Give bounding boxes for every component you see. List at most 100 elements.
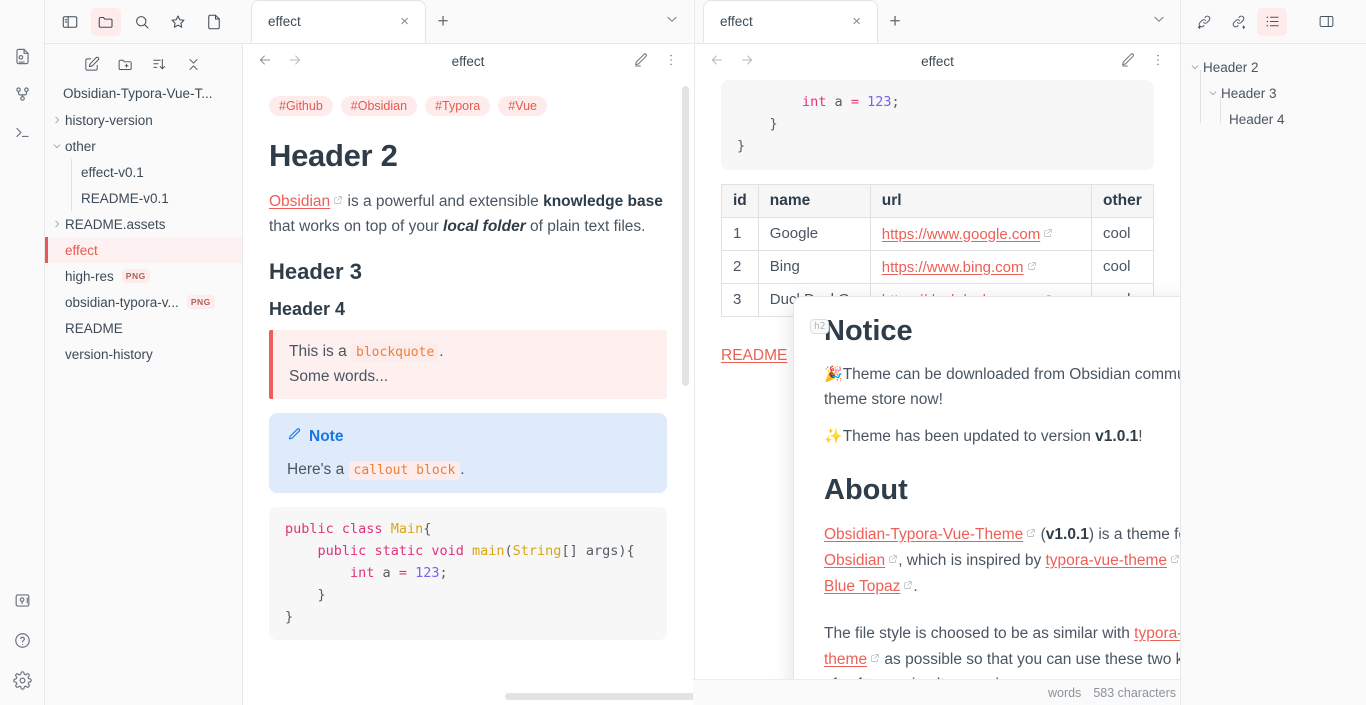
new-tab-button-left[interactable]: + [426, 1, 460, 43]
outline-item-header-2[interactable]: Header 2 [1181, 54, 1366, 80]
backlinks-button[interactable] [1189, 8, 1219, 36]
search-button[interactable] [127, 8, 157, 36]
tab-list-chevron-down-icon[interactable] [1152, 12, 1166, 31]
tag-typora[interactable]: #Typora [425, 96, 491, 116]
file-tree-item-label: high-res [65, 268, 114, 284]
hover-preview-popup[interactable]: h2 Notice 🎉Theme can be downloaded from … [793, 296, 1245, 694]
graph-view-icon[interactable] [11, 83, 33, 105]
chevron-down-icon[interactable] [1187, 62, 1203, 72]
file-tree-item-label: obsidian-typora-v... [65, 294, 179, 310]
chevron-down-icon[interactable] [49, 141, 65, 151]
files-button[interactable] [91, 7, 121, 36]
outline-item-header-4[interactable]: Header 4 [1181, 106, 1366, 132]
file-tree-item-readme-assets[interactable]: README.assets [45, 211, 242, 237]
callout-body: Here's a callout block. [287, 461, 649, 481]
file-tree-item-readme-v0-1[interactable]: README-v0.1 [45, 185, 242, 211]
readme-link[interactable]: README [721, 347, 787, 364]
popup-notice-item-1: 🎉Theme can be downloaded from Obsidian c… [824, 362, 1214, 412]
file-tree-item-effect[interactable]: effect [45, 237, 242, 263]
more-options-icon[interactable] [663, 52, 679, 71]
cell-name: Bing [757, 249, 871, 284]
close-icon[interactable]: × [396, 12, 413, 31]
new-note-tool[interactable] [83, 56, 103, 76]
file-tree-item-high-res[interactable]: high-res PNG [45, 263, 242, 289]
file-tree-item-other[interactable]: other [45, 133, 242, 159]
forward-icon[interactable] [287, 52, 303, 71]
external-link-icon [333, 188, 343, 204]
file-explorer: Obsidian-Typora-Vue-T... history-version… [45, 44, 243, 705]
intro-text-1: is a powerful and extensible [343, 193, 544, 210]
left-note-content[interactable]: #Github #Obsidian #Typora #Vue Header 2 … [243, 78, 693, 705]
left-editor-pane: effect × + effect #Github #Obsidian #Typ… [243, 0, 920, 705]
left-nav-buttons [257, 52, 303, 71]
popup-notice-text-2-post: ! [1138, 428, 1143, 446]
file-tree-item-label: version-history [65, 346, 153, 362]
forward-icon[interactable] [739, 52, 755, 71]
new-folder-tool[interactable] [117, 56, 137, 76]
edit-pencil-icon[interactable] [1120, 52, 1136, 71]
obsidian-link[interactable]: Obsidian [269, 193, 330, 210]
vault-icon[interactable] [11, 589, 33, 611]
tag-list: #Github #Obsidian #Typora #Vue [269, 78, 667, 122]
typora-vue-theme-link[interactable]: typora-vue-theme [1046, 552, 1167, 569]
obsidian-link[interactable]: Obsidian [824, 552, 885, 569]
right-sidebar-outline: Header 2 Header 3 Header 4 [1180, 0, 1366, 705]
tab-effect-right[interactable]: effect × [703, 0, 878, 43]
external-link-icon [1043, 225, 1053, 237]
outgoing-links-button[interactable] [1223, 8, 1253, 36]
tab-label: effect [720, 14, 753, 29]
back-icon[interactable] [709, 52, 725, 71]
about-text-3: , which is inspired by [898, 551, 1046, 569]
blue-topaz-link[interactable]: Blue Topaz [824, 578, 900, 595]
tag-obsidian[interactable]: #Obsidian [340, 96, 418, 116]
popup-notice-text-1: Theme can be downloaded from Obsidian co… [824, 366, 1210, 409]
back-icon[interactable] [257, 52, 273, 71]
intro-paragraph: Obsidian is a powerful and extensible kn… [269, 188, 667, 239]
about-text-1: ( [1036, 525, 1046, 543]
tab-effect-left[interactable]: effect × [251, 0, 426, 43]
file-pane-toolbar [45, 0, 243, 44]
left-pane-vertical-scrollbar[interactable] [682, 86, 689, 386]
tag-github[interactable]: #Github [269, 96, 333, 116]
file-explorer-tools [45, 44, 242, 84]
outline-item-label: Header 2 [1203, 59, 1259, 75]
file-tree-item-effect-v0-1[interactable]: effect-v0.1 [45, 159, 242, 185]
sort-tool[interactable] [151, 56, 171, 76]
collapse-all-tool[interactable] [185, 56, 205, 76]
toggle-right-sidebar-button[interactable] [1311, 8, 1341, 36]
help-icon[interactable] [11, 629, 33, 651]
more-options-icon[interactable] [1150, 52, 1166, 71]
bookmarks-button[interactable] [163, 8, 193, 36]
outline-button[interactable] [1257, 7, 1287, 36]
tag-vue[interactable]: #Vue [498, 96, 547, 116]
blockquote: This is a blockquote. Some words... [269, 330, 667, 400]
edit-pencil-icon[interactable] [633, 52, 649, 71]
close-icon[interactable]: × [848, 12, 865, 31]
code-block-java[interactable]: public class Main{ public static void ma… [269, 507, 667, 641]
obsidian-typora-vue-theme-link[interactable]: Obsidian-Typora-Vue-Theme [824, 526, 1023, 543]
code-block-java-tail[interactable]: int a = 123; } } [721, 80, 1154, 170]
chevron-right-icon[interactable] [49, 115, 65, 125]
file-tree-item-obsidian-typora-v[interactable]: obsidian-typora-v... PNG [45, 289, 242, 315]
file-tree-item-version-history[interactable]: version-history [45, 341, 242, 367]
chevron-right-icon[interactable] [49, 219, 65, 229]
settings-icon[interactable] [11, 669, 33, 691]
file-tree-item-history-version[interactable]: history-version [45, 107, 242, 133]
file-tree-item-readme[interactable]: README [45, 315, 242, 341]
vault-name[interactable]: Obsidian-Typora-Vue-T... [45, 84, 242, 107]
left-ribbon [0, 0, 45, 705]
quick-switcher-icon[interactable] [11, 45, 33, 67]
toggle-left-sidebar-button[interactable] [55, 8, 85, 36]
outline-item-header-3[interactable]: Header 3 [1181, 80, 1366, 106]
tab-list-chevron-down-icon[interactable] [665, 12, 679, 31]
table-url-link[interactable]: https://www.bing.com [882, 259, 1024, 276]
file-tree: history-version other effect-v0.1 README… [45, 107, 242, 367]
chevron-down-icon[interactable] [1205, 88, 1221, 98]
file-extension-badge: PNG [121, 269, 150, 283]
terminal-icon[interactable] [11, 121, 33, 143]
left-view-title: effect [451, 53, 485, 69]
new-tab-button-right[interactable]: + [878, 1, 912, 43]
new-note-button[interactable] [199, 8, 229, 36]
popup-heading-notice: Notice [824, 315, 913, 347]
table-url-link[interactable]: https://www.google.com [882, 226, 1040, 243]
